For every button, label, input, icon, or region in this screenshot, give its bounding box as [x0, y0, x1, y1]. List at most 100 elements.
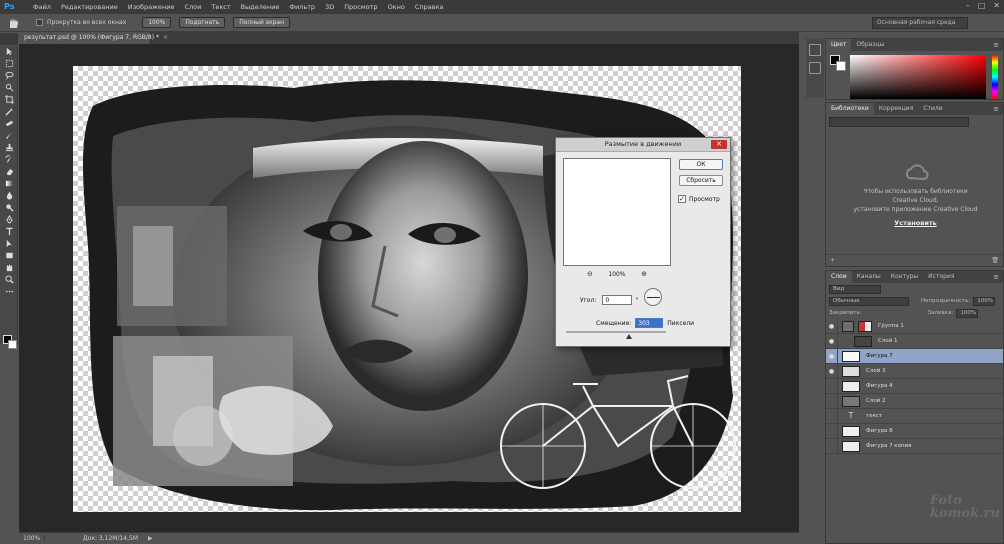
menu-view[interactable]: Просмотр [339, 3, 382, 11]
tab-color[interactable]: Цвет [826, 39, 852, 51]
tab-styles[interactable]: Стили [918, 103, 947, 115]
menu-help[interactable]: Справка [410, 3, 449, 11]
layer-row[interactable]: ● Слой 1 [826, 333, 1003, 349]
path-select-tool[interactable] [0, 238, 18, 249]
panel-background-color[interactable] [836, 61, 846, 71]
close-tab-icon[interactable]: × [163, 34, 168, 41]
marquee-tool[interactable] [0, 58, 18, 69]
blur-tool[interactable] [0, 190, 18, 201]
document-tab[interactable]: результат.psd @ 100% (Фигура 7, RGB/8) *… [19, 32, 168, 44]
library-select[interactable] [829, 117, 969, 127]
filter-preview[interactable] [563, 158, 671, 266]
dialog-close-button[interactable]: ✕ [711, 140, 727, 149]
tab-layers[interactable]: Слои [826, 271, 852, 283]
layer-row[interactable]: Фигура 4 [826, 378, 1003, 394]
layer-row[interactable]: Фигура 8 [826, 423, 1003, 439]
distance-slider-thumb[interactable] [626, 334, 632, 339]
tab-channels[interactable]: Каналы [852, 271, 886, 283]
stamp-tool[interactable] [0, 142, 18, 153]
eye-icon[interactable]: ● [826, 333, 838, 349]
status-zoom[interactable]: 100% [19, 535, 45, 542]
distance-input[interactable]: 303 [635, 318, 664, 328]
healing-tool[interactable] [0, 118, 18, 129]
eye-icon[interactable]: ● [826, 348, 838, 364]
color-spectrum[interactable] [850, 55, 986, 99]
fit-screen-button[interactable]: Подогнать [179, 17, 226, 28]
eye-off-icon[interactable] [826, 393, 838, 409]
opacity-input[interactable]: 100% [973, 296, 996, 306]
dodge-tool[interactable] [0, 202, 18, 213]
add-content-icon[interactable]: + [830, 257, 835, 264]
eye-icon[interactable]: ● [826, 318, 838, 334]
tab-adjustments[interactable]: Коррекция [874, 103, 918, 115]
preview-checkbox[interactable]: ✓ [678, 195, 686, 203]
menu-layers[interactable]: Слои [179, 3, 206, 11]
layer-row[interactable]: ● Группа 1 [826, 318, 1003, 334]
color-swatches[interactable] [3, 335, 17, 349]
zoom-tool[interactable] [0, 274, 18, 285]
panel-menu-icon[interactable]: ≡ [993, 105, 999, 113]
eye-off-icon[interactable] [826, 438, 838, 454]
crop-tool[interactable] [0, 94, 18, 105]
workspace-select[interactable]: Основная рабочая среда [872, 17, 968, 29]
shape-tool[interactable] [0, 250, 18, 261]
ok-button[interactable]: ОК [679, 159, 723, 170]
properties-panel-icon[interactable] [809, 62, 821, 74]
more-tools[interactable] [0, 286, 18, 297]
history-brush-tool[interactable] [0, 154, 18, 165]
hand-tool-icon[interactable] [6, 16, 22, 30]
menu-edit[interactable]: Редактирование [56, 3, 123, 11]
install-link[interactable]: Установить [826, 219, 1004, 227]
preview-toggle[interactable]: ✓ Просмотр [678, 195, 720, 203]
type-tool[interactable] [0, 226, 18, 237]
menu-window[interactable]: Окно [383, 3, 410, 11]
hue-slider[interactable] [992, 55, 998, 99]
tab-history[interactable]: История [923, 271, 959, 283]
tab-libraries[interactable]: Библиотеки [826, 103, 874, 115]
layer-filter-select[interactable]: Вид [829, 284, 881, 294]
angle-input[interactable]: 0 [602, 295, 633, 305]
panel-menu-icon[interactable]: ≡ [993, 41, 999, 49]
reset-button[interactable]: Сбросить [679, 175, 723, 186]
history-panel-icon[interactable] [809, 44, 821, 56]
menu-image[interactable]: Изображение [123, 3, 180, 11]
eye-off-icon[interactable] [826, 423, 838, 439]
menu-file[interactable]: Файл [28, 3, 56, 11]
delete-icon[interactable]: 🗑 [991, 257, 999, 264]
eye-icon[interactable]: ● [826, 363, 838, 379]
hand-tool[interactable] [0, 262, 18, 273]
layer-row[interactable]: T текст [826, 408, 1003, 424]
tab-paths[interactable]: Контуры [886, 271, 923, 283]
lasso-tool[interactable] [0, 70, 18, 81]
gradient-tool[interactable] [0, 178, 18, 189]
layer-row[interactable]: ● Слой 3 [826, 363, 1003, 379]
menu-filter[interactable]: Фильтр [284, 3, 320, 11]
eyedropper-tool[interactable] [0, 106, 18, 117]
layer-row[interactable]: Фигура 7 копия [826, 438, 1003, 454]
maximize-icon[interactable]: □ [978, 1, 986, 10]
zoom-in-icon[interactable]: ⊕ [641, 270, 647, 278]
eye-off-icon[interactable] [826, 378, 838, 394]
layer-row[interactable]: Слой 2 [826, 393, 1003, 409]
quick-select-tool[interactable] [0, 82, 18, 93]
distance-slider[interactable] [566, 331, 666, 333]
fill-input[interactable]: 100% [956, 308, 979, 318]
layer-row-selected[interactable]: ● Фигура 7 [826, 348, 1003, 364]
zoom-out-icon[interactable]: ⊖ [587, 270, 593, 278]
panel-fg-bg-colors[interactable] [830, 55, 846, 71]
close-icon[interactable]: ✕ [993, 1, 1000, 10]
zoom-100-button[interactable]: 100% [142, 17, 172, 28]
tab-swatches[interactable]: Образцы [851, 39, 889, 51]
menu-select[interactable]: Выделение [236, 3, 285, 11]
pen-tool[interactable] [0, 214, 18, 225]
eraser-tool[interactable] [0, 166, 18, 177]
scroll-all-windows-checkbox[interactable] [36, 19, 43, 26]
brush-tool[interactable] [0, 130, 18, 141]
menu-3d[interactable]: 3D [320, 3, 339, 11]
dialog-title-bar[interactable]: Размытие в движении ✕ [556, 138, 730, 152]
blend-mode-select[interactable]: Обычные [829, 296, 909, 306]
minimize-icon[interactable]: – [966, 1, 970, 10]
fill-screen-button[interactable]: Полный экран [233, 17, 290, 28]
angle-dial[interactable] [644, 288, 662, 306]
status-menu-icon[interactable]: ▶ [148, 535, 153, 542]
